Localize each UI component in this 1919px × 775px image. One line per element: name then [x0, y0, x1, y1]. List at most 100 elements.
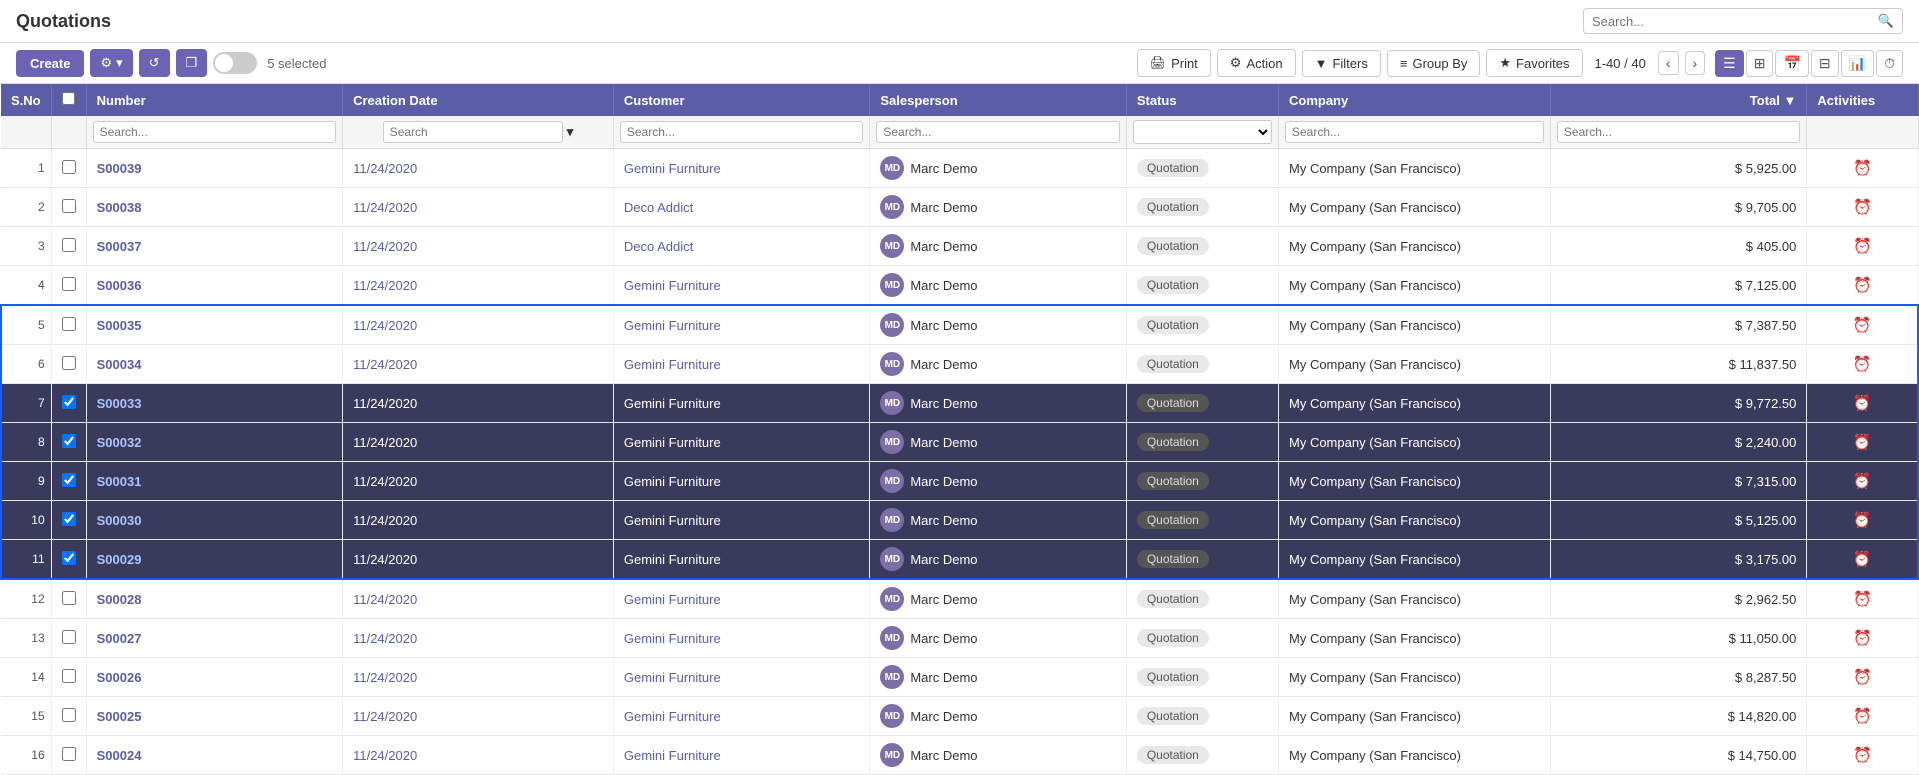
table-row[interactable]: 6 S00034 11/24/2020 Gemini Furniture MD …: [1, 345, 1918, 384]
table-row[interactable]: 14 S00026 11/24/2020 Gemini Furniture MD…: [1, 658, 1918, 697]
row-checkbox[interactable]: [62, 473, 76, 487]
salesperson-cell[interactable]: MD Marc Demo: [870, 697, 1126, 736]
activity-icon[interactable]: ⏰: [1853, 434, 1872, 451]
activities-cell[interactable]: ⏰: [1807, 266, 1918, 306]
salesperson-cell[interactable]: MD Marc Demo: [870, 345, 1126, 384]
create-button[interactable]: Create: [16, 50, 84, 77]
activities-cell[interactable]: ⏰: [1807, 423, 1918, 462]
row-checkbox-cell[interactable]: [51, 501, 86, 540]
activities-cell[interactable]: ⏰: [1807, 384, 1918, 423]
global-search-input[interactable]: [1592, 14, 1874, 29]
activities-cell[interactable]: ⏰: [1807, 149, 1918, 188]
filter-status-select[interactable]: Quotation Sales Order: [1133, 120, 1272, 144]
toggle-switch[interactable]: [213, 52, 257, 74]
number-cell[interactable]: S00035: [86, 305, 342, 345]
activity-icon[interactable]: ⏰: [1853, 512, 1872, 529]
filter-salesperson-input[interactable]: [876, 121, 1119, 143]
row-checkbox[interactable]: [62, 747, 76, 761]
table-row[interactable]: 7 S00033 11/24/2020 Gemini Furniture MD …: [1, 384, 1918, 423]
activity-icon[interactable]: ⏰: [1853, 199, 1872, 216]
salesperson-cell[interactable]: MD Marc Demo: [870, 227, 1126, 266]
row-checkbox-cell[interactable]: [51, 619, 86, 658]
number-link[interactable]: S00038: [97, 200, 142, 215]
global-search-bar[interactable]: 🔍: [1583, 8, 1903, 34]
activity-icon[interactable]: ⏰: [1853, 277, 1872, 294]
row-checkbox[interactable]: [62, 551, 76, 565]
row-checkbox-cell[interactable]: [51, 149, 86, 188]
table-row[interactable]: 2 S00038 11/24/2020 Deco Addict MD Marc …: [1, 188, 1918, 227]
salesperson-cell[interactable]: MD Marc Demo: [870, 423, 1126, 462]
activity-icon[interactable]: ⏰: [1853, 238, 1872, 255]
number-cell[interactable]: S00034: [86, 345, 342, 384]
row-checkbox-cell[interactable]: [51, 384, 86, 423]
salesperson-cell[interactable]: MD Marc Demo: [870, 384, 1126, 423]
row-checkbox-cell[interactable]: [51, 345, 86, 384]
number-cell[interactable]: S00038: [86, 188, 342, 227]
activity-icon[interactable]: ⏰: [1853, 630, 1872, 647]
number-cell[interactable]: S00032: [86, 423, 342, 462]
table-row[interactable]: 12 S00028 11/24/2020 Gemini Furniture MD…: [1, 579, 1918, 619]
kanban-view-button[interactable]: ⊞: [1746, 50, 1774, 77]
customer-cell[interactable]: Gemini Furniture: [613, 345, 869, 384]
salesperson-cell[interactable]: MD Marc Demo: [870, 462, 1126, 501]
print-button[interactable]: 🖨 Print: [1137, 49, 1211, 77]
filter-customer[interactable]: [613, 116, 869, 149]
number-link[interactable]: S00036: [97, 278, 142, 293]
settings-view-button[interactable]: ⏱: [1876, 50, 1903, 77]
activities-cell[interactable]: ⏰: [1807, 579, 1918, 619]
col-checkbox[interactable]: [51, 84, 86, 116]
row-checkbox[interactable]: [62, 317, 76, 331]
salesperson-cell[interactable]: MD Marc Demo: [870, 579, 1126, 619]
number-link[interactable]: S00032: [97, 435, 142, 450]
filter-company[interactable]: [1279, 116, 1551, 149]
table-row[interactable]: 10 S00030 11/24/2020 Gemini Furniture MD…: [1, 501, 1918, 540]
calendar-view-button[interactable]: 📅: [1775, 50, 1808, 77]
customer-cell[interactable]: Deco Addict: [613, 227, 869, 266]
chart-view-button[interactable]: 📊: [1841, 50, 1874, 77]
filter-customer-input[interactable]: [620, 121, 863, 143]
customer-cell[interactable]: Gemini Furniture: [613, 697, 869, 736]
activities-cell[interactable]: ⏰: [1807, 462, 1918, 501]
salesperson-cell[interactable]: MD Marc Demo: [870, 619, 1126, 658]
number-cell[interactable]: S00039: [86, 149, 342, 188]
customer-cell[interactable]: Gemini Furniture: [613, 384, 869, 423]
number-link[interactable]: S00039: [97, 161, 142, 176]
number-cell[interactable]: S00024: [86, 736, 342, 775]
table-row[interactable]: 4 S00036 11/24/2020 Gemini Furniture MD …: [1, 266, 1918, 306]
salesperson-cell[interactable]: MD Marc Demo: [870, 188, 1126, 227]
table-row[interactable]: 8 S00032 11/24/2020 Gemini Furniture MD …: [1, 423, 1918, 462]
table-row[interactable]: 15 S00025 11/24/2020 Gemini Furniture MD…: [1, 697, 1918, 736]
salesperson-cell[interactable]: MD Marc Demo: [870, 736, 1126, 775]
customer-cell[interactable]: Gemini Furniture: [613, 462, 869, 501]
number-link[interactable]: S00027: [97, 631, 142, 646]
salesperson-cell[interactable]: MD Marc Demo: [870, 149, 1126, 188]
grid-view-button[interactable]: ⊟: [1811, 50, 1839, 77]
table-row[interactable]: 16 S00024 11/24/2020 Gemini Furniture MD…: [1, 736, 1918, 775]
list-view-button[interactable]: ☰: [1715, 50, 1744, 77]
number-cell[interactable]: S00028: [86, 579, 342, 619]
activity-icon[interactable]: ⏰: [1853, 591, 1872, 608]
gear-button[interactable]: ⚙ ▾: [90, 49, 132, 77]
activities-cell[interactable]: ⏰: [1807, 697, 1918, 736]
number-cell[interactable]: S00031: [86, 462, 342, 501]
customer-cell[interactable]: Gemini Furniture: [613, 579, 869, 619]
activities-cell[interactable]: ⏰: [1807, 188, 1918, 227]
filter-date-dropdown-icon[interactable]: ▾: [567, 124, 574, 139]
customer-cell[interactable]: Gemini Furniture: [613, 501, 869, 540]
row-checkbox-cell[interactable]: [51, 658, 86, 697]
table-row[interactable]: 13 S00027 11/24/2020 Gemini Furniture MD…: [1, 619, 1918, 658]
number-link[interactable]: S00030: [97, 513, 142, 528]
prev-page-button[interactable]: ‹: [1658, 51, 1679, 75]
customer-cell[interactable]: Deco Addict: [613, 188, 869, 227]
filter-salesperson[interactable]: [870, 116, 1126, 149]
activity-icon[interactable]: ⏰: [1853, 551, 1872, 568]
group-by-button[interactable]: ≡ Group By: [1387, 50, 1481, 77]
favorites-button[interactable]: ★ Favorites: [1486, 49, 1582, 77]
row-checkbox[interactable]: [62, 708, 76, 722]
customer-cell[interactable]: Gemini Furniture: [613, 619, 869, 658]
number-link[interactable]: S00034: [97, 357, 142, 372]
row-checkbox[interactable]: [62, 512, 76, 526]
row-checkbox[interactable]: [62, 277, 76, 291]
number-link[interactable]: S00029: [97, 552, 142, 567]
salesperson-cell[interactable]: MD Marc Demo: [870, 305, 1126, 345]
